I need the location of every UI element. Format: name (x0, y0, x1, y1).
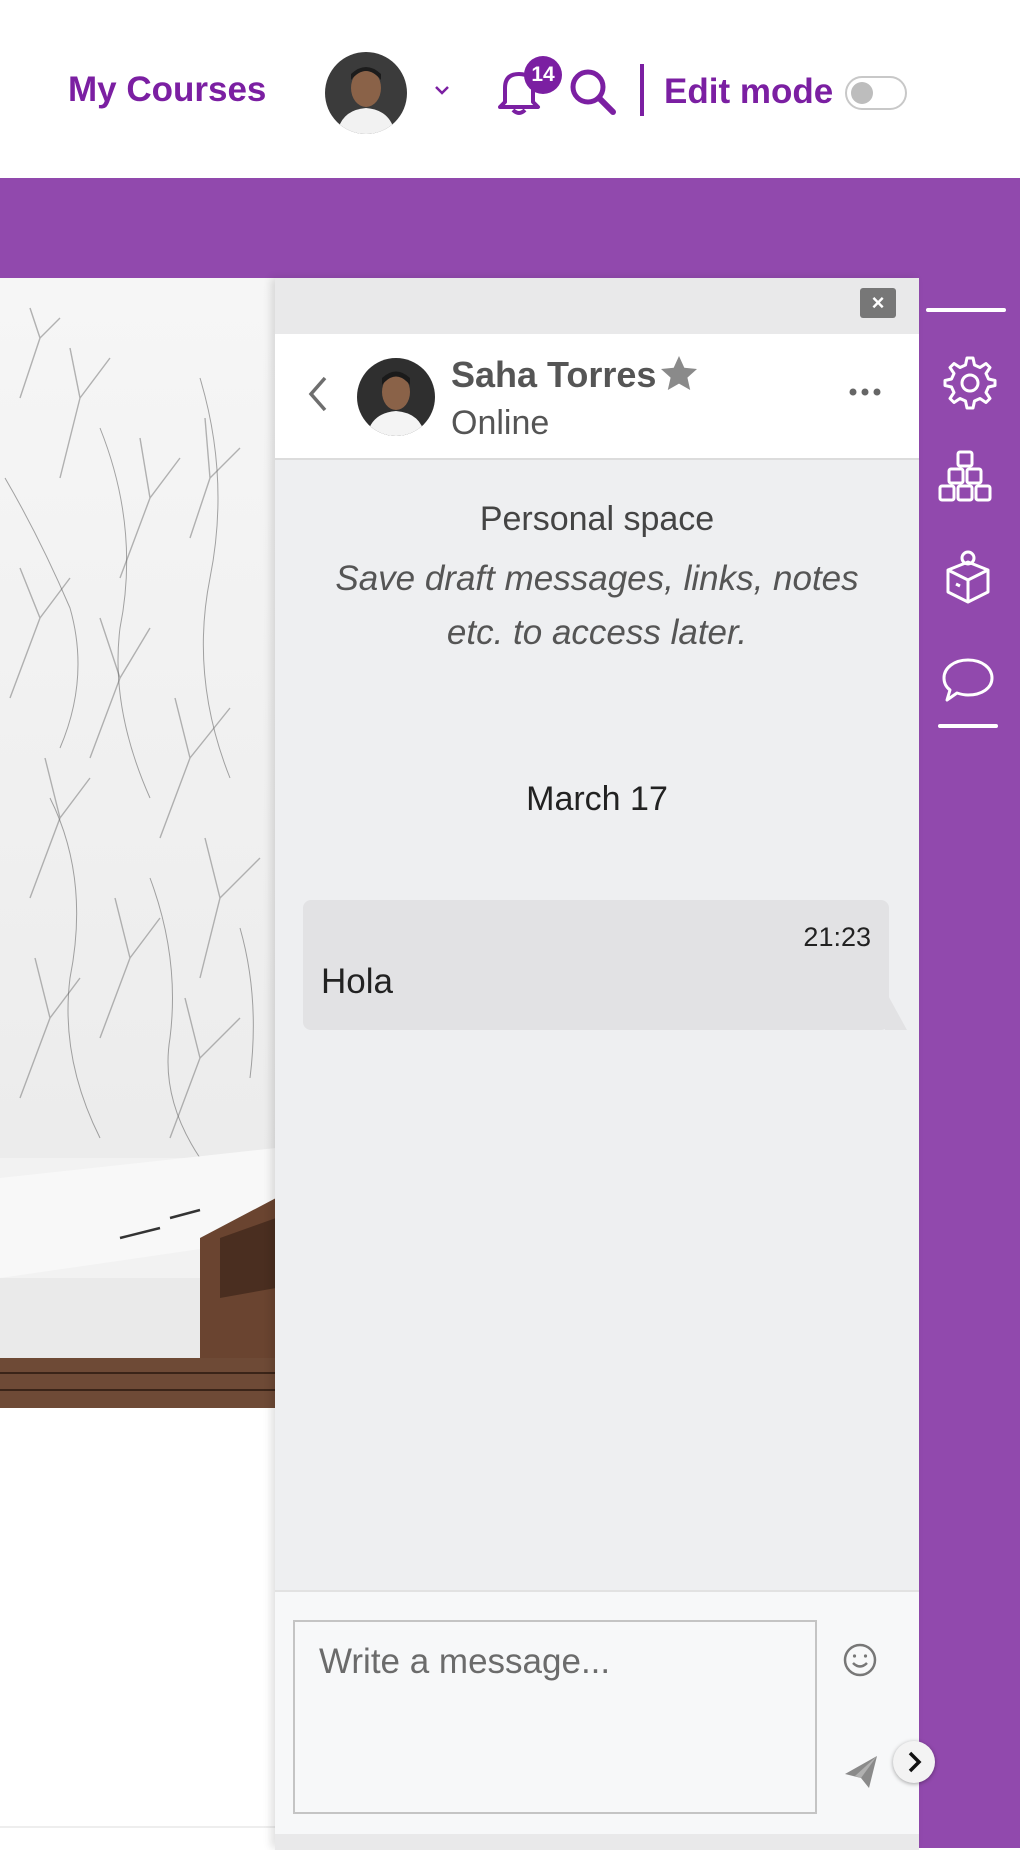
user-avatar[interactable] (325, 52, 407, 134)
edit-mode-label: Edit mode (664, 72, 834, 111)
close-icon[interactable]: × (860, 288, 896, 318)
gear-icon[interactable] (938, 352, 998, 412)
message-composer (275, 1590, 919, 1850)
my-courses-link[interactable]: My Courses (68, 70, 266, 110)
smiley-icon[interactable] (842, 1642, 878, 1678)
box-icon[interactable] (938, 548, 998, 608)
snowy-forest-image (0, 278, 276, 1408)
more-icon[interactable] (847, 382, 883, 402)
chevron-left-icon[interactable] (305, 374, 329, 414)
page-content-area (0, 1408, 276, 1848)
page-header-band (0, 178, 1020, 278)
chevron-down-icon[interactable] (432, 80, 452, 100)
toggle-knob (851, 82, 873, 104)
search-icon[interactable] (567, 66, 619, 116)
conversation-header: Saha Torres Online (275, 334, 919, 460)
chat-bubble-icon[interactable] (938, 650, 998, 710)
edit-mode-toggle[interactable] (845, 76, 907, 110)
message-date: March 17 (526, 780, 668, 818)
contact-name[interactable]: Saha Torres (451, 354, 656, 396)
message-input[interactable] (293, 1620, 817, 1814)
message-time: 21:23 (803, 922, 871, 952)
right-block-drawer (918, 278, 1020, 1848)
message-bubble: 21:23 Hola (303, 900, 889, 1030)
message-text: Hola (321, 962, 393, 1001)
drawer-top-indicator (926, 308, 1006, 312)
drawer-active-indicator (938, 724, 998, 728)
drawer-top-bar: × (275, 278, 919, 334)
footer-divider (0, 1826, 276, 1828)
contact-avatar[interactable] (357, 358, 435, 436)
send-icon[interactable] (841, 1752, 881, 1792)
personal-space-title: Personal space (479, 500, 715, 538)
star-icon (657, 352, 701, 396)
chevron-right-icon[interactable] (893, 1741, 935, 1783)
personal-space-description: Save draft messages, links, notes etc. t… (335, 559, 859, 652)
messaging-drawer: × Saha Torres Online Personal space Save… (275, 278, 919, 1850)
blocks-icon[interactable] (936, 448, 996, 508)
top-navbar: My Courses 14 Edit mode (0, 0, 1020, 178)
message-bubble-tail (885, 990, 907, 1030)
contact-status: Online (451, 404, 550, 442)
header-divider (640, 64, 644, 116)
notification-count-badge: 14 (524, 56, 562, 94)
